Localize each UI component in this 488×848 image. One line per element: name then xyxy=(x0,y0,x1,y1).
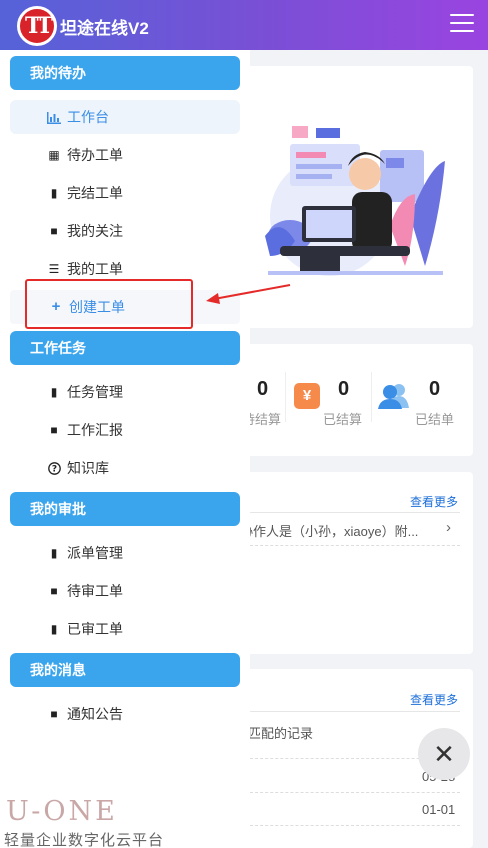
yuan-icon: ¥ xyxy=(294,383,320,409)
stat-label: 已结算 xyxy=(323,412,363,427)
sidebar-item-label: 知识库 xyxy=(67,460,109,476)
divider xyxy=(285,372,286,422)
record-date: 01-01 xyxy=(422,802,456,817)
empty-records-text: 匹配的记录 xyxy=(248,726,314,741)
sidebar-group-work-tasks[interactable]: 工作任务 xyxy=(10,331,240,365)
stat-label: 已结单 xyxy=(415,412,455,427)
app-title: 坦途在线V2 xyxy=(60,19,149,38)
book-icon: ▮ xyxy=(50,385,58,399)
svg-text:?: ? xyxy=(51,465,56,475)
book-icon: ▮ xyxy=(50,622,58,636)
sidebar-item-label: 通知公告 xyxy=(67,706,123,722)
watermark-brand: U-ONE xyxy=(6,796,118,827)
sidebar-item-reviewed-orders[interactable]: ▮ 已审工单 xyxy=(10,612,240,646)
sidebar-item-label: 任务管理 xyxy=(67,384,123,400)
sidebar-item-pending-orders[interactable]: ▦ 待办工单 xyxy=(10,138,240,172)
sidebar-item-pending-review[interactable]: ■ 待审工单 xyxy=(10,574,240,608)
bookmark-icon: ■ xyxy=(50,224,58,238)
close-icon[interactable]: ✕ xyxy=(418,728,470,780)
sidebar-item-workbench[interactable]: 工作台 xyxy=(10,100,240,134)
stat-value: 0 xyxy=(338,378,350,400)
divider xyxy=(250,792,460,793)
bar-chart-icon xyxy=(46,100,62,134)
sidebar-item-my-follows[interactable]: ■ 我的关注 xyxy=(10,214,240,248)
divider xyxy=(371,372,372,422)
app-logo[interactable]: TT xyxy=(17,6,57,46)
sidebar-item-label: 已审工单 xyxy=(67,621,123,637)
sidebar-item-completed-orders[interactable]: ▮ 完结工单 xyxy=(10,176,240,210)
annotation-arrow xyxy=(206,284,291,304)
sidebar-item-task-management[interactable]: ▮ 任务管理 xyxy=(10,375,240,409)
sidebar-item-label: 我的关注 xyxy=(67,223,123,239)
view-more-link[interactable]: 查看更多 xyxy=(410,691,458,708)
stat-value: 0 xyxy=(257,378,269,400)
bookmark-icon: ■ xyxy=(50,423,58,437)
bookmark-icon: ■ xyxy=(50,707,58,721)
divider xyxy=(250,825,460,826)
sidebar-item-work-report[interactable]: ■ 工作汇报 xyxy=(10,413,240,447)
stat-value: 0 xyxy=(429,378,441,400)
watermark-tagline: 轻量企业数字化云平台 xyxy=(4,832,165,848)
sidebar-item-label: 派单管理 xyxy=(67,545,123,561)
sidebar-item-label: 工作台 xyxy=(67,109,109,125)
message-row-text[interactable]: 协作人是（小孙，xiaoye）附... xyxy=(240,521,418,540)
sidebar-item-label: 待办工单 xyxy=(67,147,123,163)
sidebar-group-my-todo[interactable]: 我的待办 xyxy=(10,56,240,90)
chevron-right-icon[interactable]: › xyxy=(446,519,451,536)
sidebar-item-label: 完结工单 xyxy=(67,185,123,201)
question-circle-icon: ? xyxy=(46,451,62,485)
view-more-link[interactable]: 查看更多 xyxy=(410,493,458,510)
sidebar-item-knowledge-base[interactable]: ? 知识库 xyxy=(10,451,240,485)
sidebar-item-dispatch-management[interactable]: ▮ 派单管理 xyxy=(10,536,240,570)
divider xyxy=(250,512,460,513)
divider xyxy=(250,545,460,546)
divider xyxy=(250,711,460,712)
sidebar-item-label: 待审工单 xyxy=(67,583,123,599)
grid-icon: ▦ xyxy=(48,148,60,162)
book-icon: ▮ xyxy=(50,186,58,200)
sidebar-item-label: 工作汇报 xyxy=(67,422,123,438)
sidebar-item-announcements[interactable]: ■ 通知公告 xyxy=(10,697,240,731)
annotation-highlight-box xyxy=(25,279,193,329)
sidebar-group-my-approvals[interactable]: 我的审批 xyxy=(10,492,240,526)
bookmark-icon: ■ xyxy=(50,584,58,598)
users-icon xyxy=(378,384,409,409)
sidebar-group-my-messages[interactable]: 我的消息 xyxy=(10,653,240,687)
app-header: TT 坦途在线V2 xyxy=(0,0,488,50)
hamburger-menu-icon[interactable] xyxy=(450,14,474,34)
book-icon: ▮ xyxy=(50,546,58,560)
